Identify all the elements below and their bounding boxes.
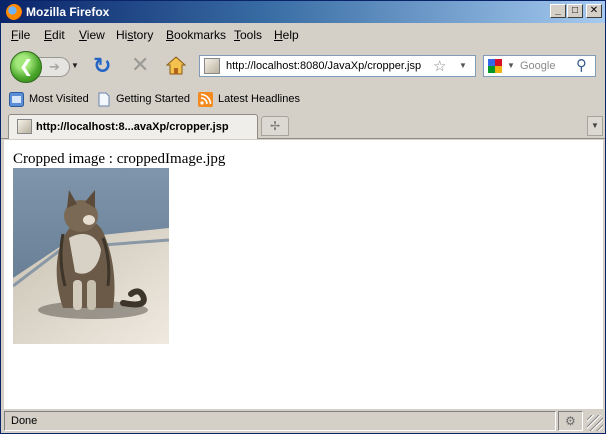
addon-status-icon[interactable]: ⚙ [565,414,576,428]
page-content: Cropped image : croppedImage.jpg [4,140,603,409]
bookmarks-toolbar: Most Visited Getting Started Latest Head… [1,88,605,110]
status-bar: Done ⚙ [1,409,605,433]
menu-edit[interactable]: Edit [44,28,65,42]
minimize-button[interactable]: _ [550,4,566,18]
search-placeholder: Google [520,60,556,72]
status-text: Done [4,411,556,431]
arrow-left-icon: ❮ [19,57,34,76]
firefox-icon [6,4,22,20]
menu-bar: File Edit View History Bookmarks Tools H… [1,24,605,46]
bookmark-most-visited[interactable]: Most Visited [9,91,89,107]
site-favicon [204,58,220,74]
cropped-image-caption: Cropped image : croppedImage.jpg [13,151,226,167]
page-icon [98,92,110,106]
search-engine-dropdown-icon[interactable]: ▼ [507,61,515,70]
bookmark-label: Getting Started [116,93,190,105]
back-button[interactable]: ❮ [10,51,42,83]
tab-title: http://localhost:8...avaXp/cropper.jsp [36,121,229,133]
home-icon[interactable] [165,55,187,77]
rss-feed-icon [198,91,213,107]
url-bar[interactable]: http://localhost:8080/JavaXp/cropper.jsp… [199,55,476,77]
search-bar[interactable]: ▼ Google ⚲ [483,55,596,77]
bookmark-latest-headlines[interactable]: Latest Headlines [198,91,300,107]
tab-cropper[interactable]: http://localhost:8...avaXp/cropper.jsp [8,114,258,139]
url-text: http://localhost:8080/JavaXp/cropper.jsp [226,60,422,72]
url-dropdown-icon[interactable]: ▼ [459,61,467,70]
menu-help[interactable]: Help [274,28,299,42]
google-icon[interactable] [487,58,503,74]
menu-history[interactable]: History [116,28,153,42]
arrow-right-icon: ➔ [49,59,60,74]
close-button[interactable]: ✕ [586,4,602,18]
menu-tools[interactable]: Tools [234,28,262,42]
forward-button[interactable]: ➔ [38,57,70,77]
cropped-cat-image [13,168,169,344]
most-visited-icon [9,91,24,107]
window-title: Mozilla Firefox [26,5,110,19]
stop-icon[interactable]: ✕ [131,54,149,76]
bookmark-star-icon[interactable]: ☆ [433,57,446,75]
list-all-tabs-button[interactable]: ▼ [587,116,603,136]
new-tab-button[interactable]: ✢ [261,116,289,136]
history-dropdown-icon[interactable]: ▼ [71,61,79,70]
tab-favicon [17,119,32,134]
maximize-button[interactable]: □ [567,4,583,18]
resize-grip[interactable] [587,415,603,431]
reload-icon[interactable]: ↻ [93,55,111,77]
browser-window: Mozilla Firefox _ □ ✕ File Edit View His… [0,0,606,434]
title-bar[interactable]: Mozilla Firefox _ □ ✕ [1,1,605,23]
menu-bookmarks[interactable]: Bookmarks [166,28,226,42]
menu-view[interactable]: View [79,28,105,42]
bookmark-label: Most Visited [29,93,89,105]
bookmark-getting-started[interactable]: Getting Started [96,91,190,107]
menu-file[interactable]: File [11,28,30,42]
bookmark-label: Latest Headlines [218,93,300,105]
navigation-toolbar: ➔ ❮ ▼ ↻ ✕ http://localhost:8080/JavaXp/c… [1,47,605,87]
search-icon[interactable]: ⚲ [576,56,587,74]
status-icon-cell: ⚙ [558,411,583,431]
tab-strip: http://localhost:8...avaXp/cropper.jsp ✢… [1,112,605,139]
